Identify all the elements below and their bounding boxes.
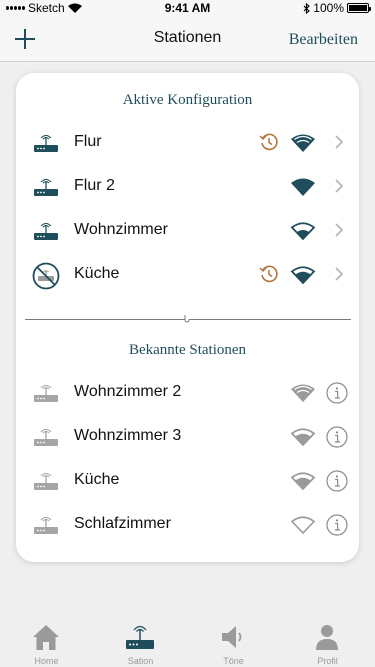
home-icon: [33, 625, 59, 650]
active-station-row[interactable]: Wohnzimmer: [16, 209, 359, 253]
wifi-weak-icon: [290, 516, 316, 535]
history-icon: [259, 265, 278, 283]
drag-handle-icon[interactable]: [182, 314, 192, 324]
tab-label: Home: [34, 656, 59, 666]
known-station-row[interactable]: Wohnzimmer 2: [16, 371, 359, 415]
tab-sounds[interactable]: Töne: [196, 618, 271, 667]
battery-icon: [347, 3, 371, 13]
tab-label: Sation: [127, 656, 154, 666]
status-bar: Sketch 9:41 AM 100%: [0, 0, 375, 17]
station-name: Schlafzimmer: [74, 515, 171, 532]
router-inactive-icon: [34, 473, 58, 490]
chevron-right-icon: [335, 135, 344, 149]
tab-station[interactable]: Sation: [103, 618, 178, 667]
active-station-row[interactable]: Flur 2: [16, 165, 359, 209]
info-icon[interactable]: [326, 382, 348, 404]
info-icon[interactable]: [326, 426, 348, 448]
known-station-row[interactable]: Wohnzimmer 3: [16, 415, 359, 459]
info-icon[interactable]: [326, 470, 348, 492]
wifi-medium-icon: [290, 266, 316, 285]
router-icon: [126, 625, 154, 649]
router-icon: [34, 179, 58, 196]
stations-card: Aktive Konfiguration Flur Flur 2 Wohnzim…: [16, 73, 359, 562]
station-name: Wohnzimmer: [74, 221, 168, 238]
active-station-row[interactable]: Küche: [16, 253, 359, 297]
station-name: Küche: [74, 265, 120, 282]
info-icon[interactable]: [326, 514, 348, 536]
router-inactive-icon: [34, 517, 58, 534]
navigation-bar: Stationen Bearbeiten: [0, 17, 375, 62]
tab-bar: Home Sation Töne Profil: [0, 618, 375, 667]
wifi-strong-icon: [291, 384, 315, 402]
edit-button[interactable]: Bearbeiten: [289, 31, 358, 49]
person-icon: [316, 625, 338, 650]
battery-percent: 100%: [313, 1, 344, 15]
speaker-icon: [222, 626, 242, 648]
history-icon: [259, 133, 278, 151]
wifi-medium-icon: [290, 472, 316, 491]
wifi-full-icon: [291, 178, 315, 196]
status-right: 100%: [303, 1, 371, 15]
wifi-medium-icon: [290, 428, 316, 447]
tab-profile[interactable]: Profil: [290, 618, 365, 667]
known-stations-title: Bekannte Stationen: [128, 342, 247, 358]
station-name: Wohnzimmer 3: [74, 427, 182, 444]
router-inactive-icon: [34, 429, 58, 446]
chevron-right-icon: [335, 179, 344, 193]
router-disabled-icon: [32, 262, 60, 290]
router-inactive-icon: [34, 385, 58, 402]
station-name: Flur 2: [74, 177, 115, 194]
station-name: Wohnzimmer 2: [74, 383, 182, 400]
active-station-row[interactable]: Flur: [16, 121, 359, 165]
tab-label: Töne: [223, 656, 244, 666]
active-config-title: Aktive Konfiguration: [122, 92, 253, 108]
chevron-right-icon: [335, 267, 344, 281]
tab-home[interactable]: Home: [9, 618, 84, 667]
bluetooth-icon: [303, 2, 311, 14]
known-station-row[interactable]: Küche: [16, 459, 359, 503]
router-icon: [34, 223, 58, 240]
tab-label: Profil: [317, 656, 338, 666]
wifi-strong-icon: [291, 134, 315, 152]
wifi-medium-icon: [290, 222, 316, 241]
station-name: Küche: [74, 471, 120, 488]
station-name: Flur: [74, 133, 102, 150]
router-icon: [34, 135, 58, 152]
chevron-right-icon: [335, 223, 344, 237]
known-station-row[interactable]: Schlafzimmer: [16, 503, 359, 547]
